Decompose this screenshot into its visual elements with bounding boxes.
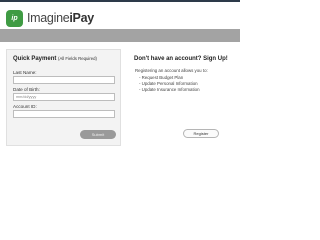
brand-name-suffix: iPay — [69, 11, 94, 25]
logo-badge-text: ip — [11, 15, 18, 22]
quick-payment-heading: Quick Payment — [13, 56, 57, 62]
account-id-label: Account ID: — [13, 104, 37, 109]
dob-input[interactable]: mm/dd/yyyy — [13, 93, 115, 101]
last-name-label: Last Name: — [13, 70, 37, 75]
dob-label: Date of Birth: — [13, 87, 40, 92]
register-button[interactable]: Register — [183, 129, 219, 138]
benefit-item: - Update Insurance Information — [139, 87, 200, 92]
brand-name-prefix: Imagine — [27, 11, 70, 25]
logo-badge-icon[interactable]: ip — [6, 10, 23, 27]
quick-payment-title: Quick Payment (All Fields Required) — [13, 56, 97, 62]
submit-button[interactable]: Submit — [80, 130, 116, 139]
quick-payment-panel: Quick Payment (All Fields Required) Last… — [6, 49, 121, 146]
last-name-input[interactable] — [13, 76, 115, 84]
signup-title: Don't have an account? Sign Up! — [134, 56, 228, 62]
header: ip ImagineiPay — [0, 2, 240, 28]
signup-intro: Registering an account allows you to: — [135, 68, 208, 73]
account-id-input[interactable] — [13, 110, 115, 118]
required-note: (All Fields Required) — [58, 56, 97, 61]
benefits-list: - Request Budget Plan - Update Personal … — [139, 75, 200, 93]
brand-logo[interactable]: ImagineiPay — [27, 10, 94, 27]
nav-bar — [0, 29, 240, 42]
